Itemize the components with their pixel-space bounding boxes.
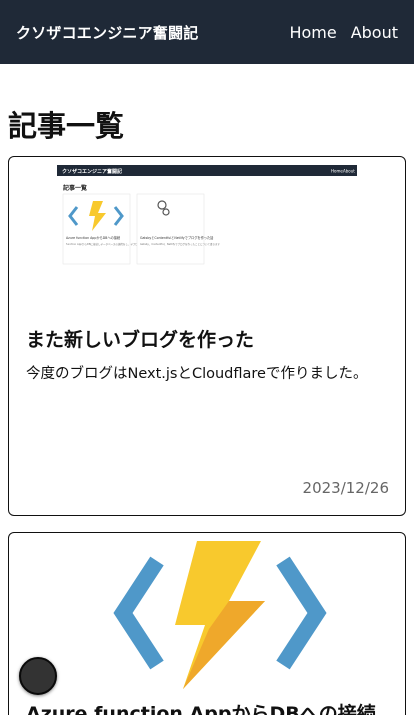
thumb-card-text-2: Gatsby、Contentful、Netlifyでブログを作ったことについて書… xyxy=(140,242,220,246)
post-card[interactable]: クソザコエンジニア奮闘記 Home About 記事一覧 Azure funct… xyxy=(8,156,406,516)
nav-links: Home About xyxy=(289,23,398,42)
post-date: 2023/12/26 xyxy=(302,479,389,497)
page-title: 記事一覧 xyxy=(8,109,125,143)
thumb-card-title-1: Azure function AppからDBへの接続 xyxy=(66,235,121,240)
nav-home-link[interactable]: Home xyxy=(289,23,336,42)
top-navbar: クソザコエンジニア奮闘記 Home About xyxy=(0,0,414,64)
post-card[interactable]: Azure function AppからDBへの接続 xyxy=(8,532,406,715)
thumb-nav-home: Home xyxy=(331,169,343,174)
post-description: 今度のブログはNext.jsとCloudflareで作りました。 xyxy=(26,366,368,382)
post-title[interactable]: また新しいブログを作った xyxy=(26,325,254,352)
site-brand-link[interactable]: クソザコエンジニア奮闘記 xyxy=(16,22,198,43)
nav-about-link[interactable]: About xyxy=(351,23,398,42)
thumb-brand: クソザコエンジニア奮闘記 xyxy=(62,168,122,175)
azure-functions-icon xyxy=(113,541,327,689)
post-title[interactable]: Azure function AppからDBへの接続 xyxy=(26,699,376,715)
floating-action-button[interactable] xyxy=(19,657,57,695)
post-thumbnail-screenshot: クソザコエンジニア奮闘記 Home About 記事一覧 Azure funct… xyxy=(57,165,357,267)
thumb-card-title-2: GatsbyとContentfulとNetlifyでブログを作った話 xyxy=(140,235,214,240)
thumb-page-title: 記事一覧 xyxy=(63,184,87,192)
thumb-nav-about: About xyxy=(343,169,355,174)
